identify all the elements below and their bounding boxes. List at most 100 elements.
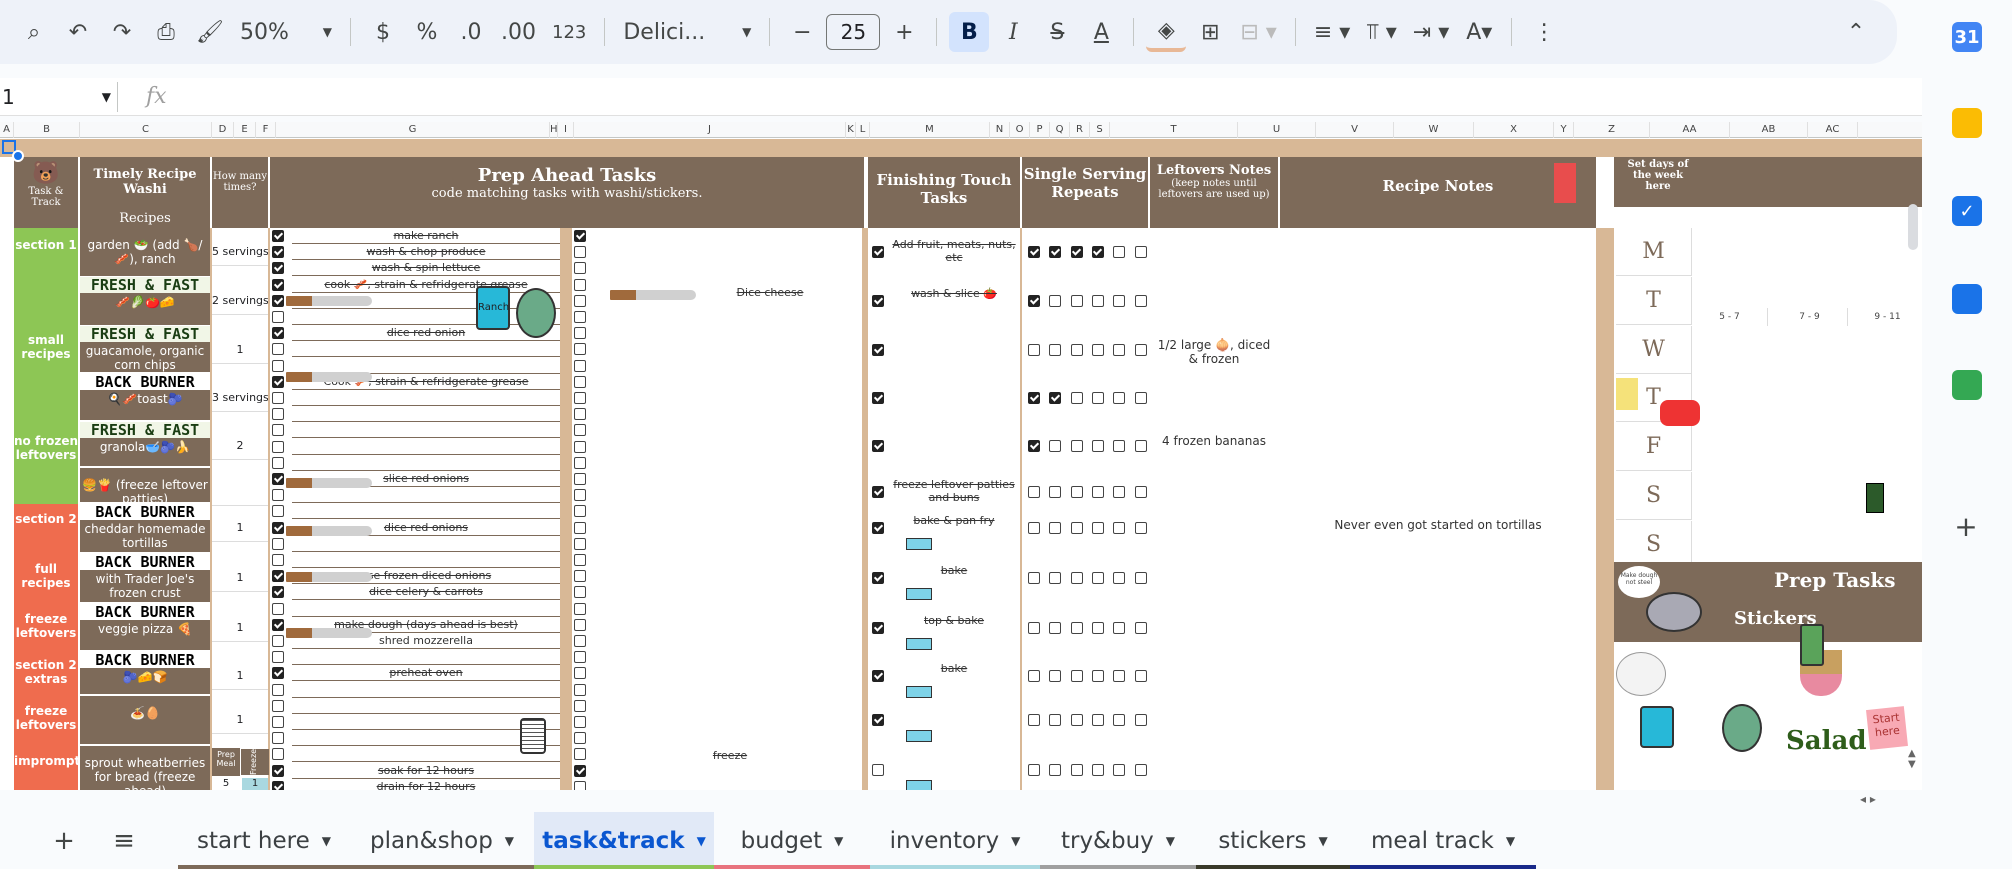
serving-checkbox[interactable] xyxy=(1028,764,1040,776)
serving-checkbox[interactable] xyxy=(1134,440,1147,452)
checkbox-f[interactable] xyxy=(272,716,284,728)
checkbox-i[interactable] xyxy=(574,635,586,647)
column-header-h[interactable]: H xyxy=(550,122,558,138)
checkbox-l[interactable] xyxy=(872,295,884,307)
serving-checkbox[interactable] xyxy=(1028,572,1040,584)
checkbox-i[interactable] xyxy=(574,618,586,631)
undo-icon[interactable]: ↶ xyxy=(58,12,98,52)
serving-checkbox[interactable] xyxy=(1134,670,1147,682)
checkbox-f[interactable] xyxy=(272,278,284,291)
serving-checkbox[interactable] xyxy=(1134,522,1147,534)
checkbox-f[interactable] xyxy=(272,521,284,534)
column-header-i[interactable]: I xyxy=(558,122,574,138)
chevron-down-icon[interactable]: ▼ xyxy=(1506,834,1515,848)
checkbox-f[interactable] xyxy=(272,732,284,745)
checkbox-l[interactable] xyxy=(872,572,884,584)
sheet-scroll-arrows-icon[interactable]: ◂ ▸ xyxy=(1860,792,1920,808)
serving-checkbox[interactable] xyxy=(1113,714,1126,726)
serving-checkbox[interactable] xyxy=(1091,246,1104,258)
serving-checkbox[interactable] xyxy=(1113,246,1126,258)
tab-plan-shop[interactable]: plan&shop ▼ xyxy=(350,812,534,869)
column-header-x[interactable]: X xyxy=(1474,122,1554,138)
checkbox-f[interactable] xyxy=(272,327,284,340)
serving-checkbox[interactable] xyxy=(1113,572,1126,584)
checkbox-i[interactable] xyxy=(574,311,586,323)
checkbox-i[interactable] xyxy=(574,392,586,404)
checkbox-i[interactable] xyxy=(574,602,586,615)
print-icon[interactable]: ⎙ xyxy=(146,12,186,52)
more-formats-button[interactable]: 123 xyxy=(546,12,592,52)
serving-checkbox[interactable] xyxy=(1091,714,1104,726)
serving-checkbox[interactable] xyxy=(1113,344,1126,356)
checkbox-f[interactable] xyxy=(272,392,284,404)
checkbox-l[interactable] xyxy=(872,440,884,452)
column-header-s[interactable]: S xyxy=(1090,122,1110,138)
checkbox-l[interactable] xyxy=(872,764,884,776)
serving-checkbox[interactable] xyxy=(1070,392,1083,404)
increase-decimal-button[interactable]: .00 xyxy=(495,12,542,52)
serving-checkbox[interactable] xyxy=(1070,622,1083,634)
serving-checkbox[interactable] xyxy=(1091,572,1104,584)
serving-checkbox[interactable] xyxy=(1070,670,1083,682)
checkbox-f[interactable] xyxy=(272,748,284,761)
checkbox-f[interactable] xyxy=(272,635,284,647)
serving-checkbox[interactable] xyxy=(1049,670,1062,682)
checkbox-i[interactable] xyxy=(574,359,586,372)
checkbox-l[interactable] xyxy=(872,522,884,534)
serving-checkbox[interactable] xyxy=(1070,344,1083,356)
serving-checkbox[interactable] xyxy=(1091,522,1104,534)
column-header-p[interactable]: P xyxy=(1030,122,1050,138)
vertical-scrollbar[interactable] xyxy=(1908,204,1918,250)
checkbox-i[interactable] xyxy=(574,780,586,790)
checkbox-l[interactable] xyxy=(872,670,884,682)
serving-checkbox[interactable] xyxy=(1091,344,1104,356)
italic-button[interactable]: I xyxy=(993,12,1033,52)
checkbox-i[interactable] xyxy=(574,262,586,275)
checkbox-f[interactable] xyxy=(272,489,284,502)
column-header-n[interactable]: N xyxy=(990,122,1010,138)
checkbox-i[interactable] xyxy=(574,327,586,340)
checkbox-f[interactable] xyxy=(272,667,284,680)
checkbox-f[interactable] xyxy=(272,780,284,790)
serving-checkbox[interactable] xyxy=(1113,486,1126,498)
checkbox-i[interactable] xyxy=(574,651,586,664)
checkbox-i[interactable] xyxy=(574,230,586,242)
serving-checkbox[interactable] xyxy=(1113,522,1126,534)
checkbox-i[interactable] xyxy=(574,537,586,550)
checkbox-i[interactable] xyxy=(574,246,586,259)
column-header-c[interactable]: C xyxy=(80,122,212,138)
vertical-align-icon[interactable]: ⫪ ▾ xyxy=(1360,12,1402,52)
serving-checkbox[interactable] xyxy=(1091,295,1104,307)
tab-meal-track[interactable]: meal track ▼ xyxy=(1350,812,1536,869)
serving-checkbox[interactable] xyxy=(1049,246,1062,258)
serving-checkbox[interactable] xyxy=(1134,714,1147,726)
tasks-icon[interactable]: ✓ xyxy=(1952,196,1982,226)
serving-checkbox[interactable] xyxy=(1028,344,1040,356)
tab-start-here[interactable]: start here ▼ xyxy=(178,812,350,869)
checkbox-f[interactable] xyxy=(272,359,284,372)
checkbox-i[interactable] xyxy=(574,294,586,307)
chevron-down-icon[interactable]: ▼ xyxy=(1011,834,1020,848)
checkbox-f[interactable] xyxy=(272,424,284,437)
serving-checkbox[interactable] xyxy=(1113,440,1126,452)
maps-icon[interactable] xyxy=(1952,370,1982,400)
checkbox-f[interactable] xyxy=(272,440,284,453)
checkbox-l[interactable] xyxy=(872,344,884,356)
checkbox-i[interactable] xyxy=(574,748,586,761)
serving-checkbox[interactable] xyxy=(1113,295,1126,307)
chevron-down-icon[interactable]: ▼ xyxy=(1166,834,1175,848)
checkbox-i[interactable] xyxy=(574,505,586,518)
add-on-icon[interactable]: + xyxy=(1946,506,1986,546)
column-header-a[interactable]: A xyxy=(0,122,14,138)
checkbox-i[interactable] xyxy=(574,732,586,745)
paint-format-icon[interactable]: 🖌 xyxy=(190,12,230,52)
column-header-v[interactable]: V xyxy=(1316,122,1394,138)
serving-checkbox[interactable] xyxy=(1113,764,1126,776)
keep-icon[interactable] xyxy=(1952,108,1982,138)
serving-checkbox[interactable] xyxy=(1134,486,1147,498)
serving-checkbox[interactable] xyxy=(1028,295,1040,307)
checkbox-f[interactable] xyxy=(272,375,284,388)
collapse-toolbar-icon[interactable]: ⌃ xyxy=(1836,12,1876,52)
serving-checkbox[interactable] xyxy=(1049,764,1062,776)
serving-checkbox[interactable] xyxy=(1070,440,1083,452)
